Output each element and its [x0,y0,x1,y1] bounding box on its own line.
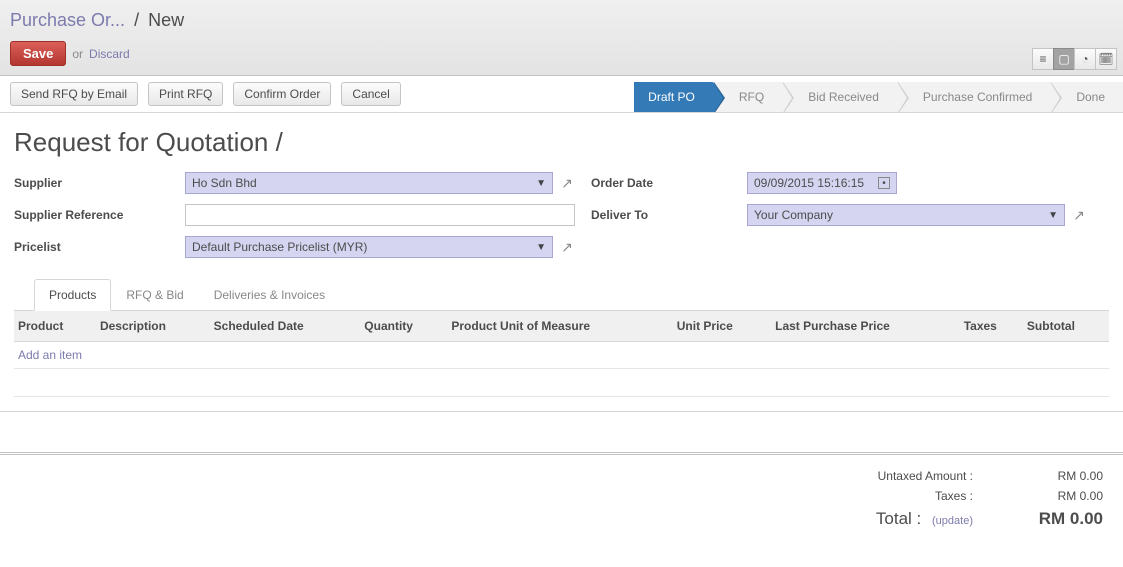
total-value: RM 0.00 [1013,509,1103,529]
col-description[interactable]: Description [96,311,210,342]
order-date-value: 09/09/2015 15:16:15 [754,176,864,190]
discard-link[interactable]: Discard [89,47,130,61]
view-graph-icon[interactable]: ◔ [1074,48,1096,70]
save-button[interactable]: Save [10,41,66,66]
view-form-icon[interactable]: ▢ [1053,48,1075,70]
or-text: or [72,47,83,61]
col-unit-price[interactable]: Unit Price [673,311,771,342]
print-rfq-button[interactable]: Print RFQ [148,82,223,106]
supplier-ref-label: Supplier Reference [14,208,169,222]
breadcrumb-current: New [148,10,184,30]
view-switcher: ≡ ▢ ◔ 🗓 [1032,48,1117,70]
cancel-button[interactable]: Cancel [341,82,400,106]
page-title: Request for Quotation / [14,123,1109,172]
deliver-to-select[interactable]: Your Company ▼ [747,204,1065,226]
deliver-to-label: Deliver To [591,208,731,222]
chevron-down-icon: ▼ [536,242,546,253]
tabs: Products RFQ & Bid Deliveries & Invoices [14,278,1109,311]
calendar-icon: • [878,177,890,189]
col-scheduled-date[interactable]: Scheduled Date [210,311,361,342]
pricelist-value: Default Purchase Pricelist (MYR) [192,240,367,254]
chevron-down-icon: ▼ [1048,210,1058,221]
external-link-icon[interactable]: ↗ [559,239,575,255]
tab-products[interactable]: Products [34,279,111,311]
breadcrumb-parent[interactable]: Purchase Or... [10,10,125,30]
breadcrumb: Purchase Or... / New [0,0,1123,31]
order-date-label: Order Date [591,176,731,190]
supplier-select[interactable]: Ho Sdn Bhd ▼ [185,172,553,194]
total-label: Total : (update) [853,509,973,529]
taxes-label: Taxes : [853,489,973,503]
send-rfq-button[interactable]: Send RFQ by Email [10,82,138,106]
supplier-value: Ho Sdn Bhd [192,176,257,190]
external-link-icon[interactable]: ↗ [1071,207,1087,223]
untaxed-amount-value: RM 0.00 [1013,469,1103,483]
view-calendar-icon[interactable]: 🗓 [1095,48,1117,70]
pricelist-label: Pricelist [14,240,169,254]
confirm-order-button[interactable]: Confirm Order [233,82,331,106]
update-link[interactable]: (update) [932,515,973,527]
col-product-uom[interactable]: Product Unit of Measure [447,311,672,342]
untaxed-amount-label: Untaxed Amount : [853,469,973,483]
external-link-icon[interactable]: ↗ [559,175,575,191]
table-row-empty [14,369,1109,397]
supplier-ref-input[interactable] [185,204,575,226]
col-taxes[interactable]: Taxes [960,311,1023,342]
products-table: Product Description Scheduled Date Quant… [14,311,1109,397]
deliver-to-value: Your Company [754,208,833,222]
col-subtotal[interactable]: Subtotal [1023,311,1109,342]
taxes-value: RM 0.00 [1013,489,1103,503]
tab-deliveries-invoices[interactable]: Deliveries & Invoices [199,279,340,311]
col-last-purchase-price[interactable]: Last Purchase Price [771,311,960,342]
status-step-bid-received[interactable]: Bid Received [782,82,897,112]
add-item-link[interactable]: Add an item [18,348,82,362]
chevron-down-icon: ▼ [536,178,546,189]
pricelist-select[interactable]: Default Purchase Pricelist (MYR) ▼ [185,236,553,258]
order-date-input[interactable]: 09/09/2015 15:16:15 • [747,172,897,194]
col-quantity[interactable]: Quantity [360,311,447,342]
supplier-label: Supplier [14,176,169,190]
view-list-icon[interactable]: ≡ [1032,48,1054,70]
table-row: Add an item [14,342,1109,369]
status-step-draft-po[interactable]: Draft PO [634,82,713,112]
col-product[interactable]: Product [14,311,96,342]
status-bar: Draft PO RFQ Bid Received Purchase Confi… [634,82,1123,112]
status-step-purchase-confirmed[interactable]: Purchase Confirmed [897,82,1050,112]
tab-rfq-bid[interactable]: RFQ & Bid [111,279,198,311]
